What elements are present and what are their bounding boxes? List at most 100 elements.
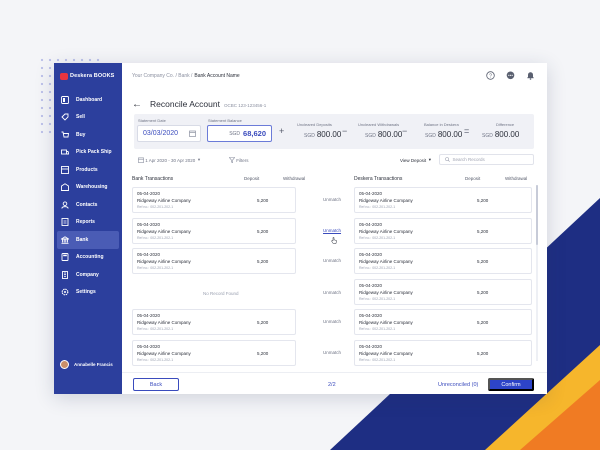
bank-transaction-row[interactable]: 05-04-2020 Ridgeway Airline Company Ref …: [132, 340, 296, 366]
sidebar-item-buy[interactable]: Buy: [54, 126, 122, 144]
statement-balance-field[interactable]: SGD 68,620: [207, 125, 272, 142]
unmatch-link[interactable]: Unmatch: [323, 290, 341, 295]
statement-date-value: 03/03/2020: [143, 130, 179, 137]
logo-text-bold: BOOKS: [93, 73, 115, 79]
transaction-company: Ridgeway Airline Company: [137, 319, 191, 325]
back-button[interactable]: Back: [133, 378, 179, 391]
sidebar-item-label: Dashboard: [76, 96, 103, 103]
deskera-transaction-row[interactable]: 05-04-2020 Ridgeway Airline Company Ref …: [354, 279, 532, 305]
user-profile[interactable]: Annabelle Francis: [60, 360, 113, 369]
transaction-ref: Ref no.: 002-201-202-1: [137, 204, 174, 209]
statement-balance-label: Statement Balance: [208, 118, 242, 123]
transaction-deposit: 5,200: [477, 197, 489, 203]
transaction-company: Ridgeway Airline Company: [137, 350, 191, 356]
transaction-deposit: 5,200: [477, 258, 489, 264]
breadcrumb-parent[interactable]: Your Company Co. / Bank /: [132, 73, 192, 79]
search-input[interactable]: Search Records: [439, 154, 534, 165]
bank-transaction-row[interactable]: 05-04-2020 Ridgeway Airline Company Ref …: [132, 187, 296, 213]
sidebar-item-warehousing[interactable]: Warehousing: [54, 179, 122, 197]
bank-icon: [61, 236, 69, 244]
equals-operator: =: [464, 126, 470, 136]
deskera-transaction-row[interactable]: 05-04-2020 Ridgeway Airline Company Ref …: [354, 340, 532, 366]
buy-icon: [61, 131, 69, 139]
page-header: ← Reconcile Account OCBC 123-123456-1: [132, 99, 266, 110]
no-record-found: No Record Found: [203, 291, 239, 296]
sidebar-item-company[interactable]: Company: [54, 266, 122, 284]
transaction-date: 05-04-2020: [137, 191, 161, 196]
view-dropdown-label: View Deposit: [400, 157, 427, 163]
unmatch-link[interactable]: Unmatch: [323, 197, 341, 202]
sidebar-item-label: Company: [76, 271, 99, 278]
unreconciled-link[interactable]: Unreconciled (0): [438, 382, 478, 388]
uncleared-deposits-label: Uncleared Deposits: [297, 122, 332, 127]
filters-button[interactable]: Filters: [228, 157, 249, 164]
bank-transaction-row[interactable]: 05-04-2020 Ridgeway Airline Company Ref …: [132, 218, 296, 244]
confirm-button[interactable]: Confirm: [488, 378, 534, 391]
sidebar-item-label: Products: [76, 166, 98, 173]
unmatch-link[interactable]: Unmatch: [323, 350, 341, 355]
transaction-date: 05-04-2020: [359, 344, 383, 349]
top-actions: ?: [486, 71, 535, 80]
sidebar-item-products[interactable]: Products: [54, 161, 122, 179]
date-range-picker[interactable]: 1 Apr 2020 - 30 Apr 2020 ▾: [138, 157, 200, 163]
transaction-deposit: 5,200: [477, 319, 489, 325]
currency-label: SGD: [482, 133, 493, 139]
help-icon[interactable]: ?: [486, 71, 495, 80]
transaction-ref: Ref no.: 002-201-202-1: [137, 265, 174, 270]
transaction-deposit: 5,200: [477, 289, 489, 295]
sidebar-item-reports[interactable]: Reports: [54, 214, 122, 232]
filters-label: Filters: [236, 158, 249, 163]
transaction-date: 05-04-2020: [137, 313, 161, 318]
transaction-ref: Ref no.: 002-201-202-1: [359, 357, 396, 362]
breadcrumb: Your Company Co. / Bank / Bank Account N…: [122, 63, 547, 89]
sidebar-item-accounting[interactable]: Accounting: [54, 249, 122, 267]
deskera-transactions-heading: Deskera Transactions: [354, 176, 403, 182]
sidebar-item-bank[interactable]: Bank: [57, 231, 119, 249]
sidebar-item-label: Accounting: [76, 254, 104, 261]
deskera-transaction-row[interactable]: 05-04-2020 Ridgeway Airline Company Ref …: [354, 309, 532, 335]
bank-transaction-row[interactable]: 05-04-2020 Ridgeway Airline Company Ref …: [132, 248, 296, 274]
unmatch-link[interactable]: Unmatch: [323, 258, 341, 263]
bank-transaction-row[interactable]: 05-04-2020 Ridgeway Airline Company Ref …: [132, 309, 296, 335]
products-icon: [61, 165, 69, 174]
back-arrow-icon[interactable]: ←: [132, 100, 142, 110]
transaction-ref: Ref no.: 002-201-202-1: [359, 326, 396, 331]
statement-date-field[interactable]: 03/03/2020: [137, 125, 201, 142]
unmatch-link[interactable]: Unmatch: [323, 319, 341, 324]
transaction-date: 05-04-2020: [359, 283, 383, 288]
view-dropdown[interactable]: View Deposit ▾: [400, 157, 431, 163]
deskera-transaction-row[interactable]: 05-04-2020 Ridgeway Airline Company Ref …: [354, 248, 532, 274]
sidebar-item-pick-pack-ship[interactable]: Pick Pack Ship: [54, 144, 122, 162]
transaction-company: Ridgeway Airline Company: [359, 197, 413, 203]
sidebar-item-label: Pick Pack Ship: [76, 149, 112, 156]
sidebar-item-dashboard[interactable]: Dashboard: [54, 91, 122, 109]
transaction-deposit: 5,200: [257, 197, 269, 203]
footer-bar: Back 2/2 Unreconciled (0) Confirm: [122, 372, 547, 394]
sidebar-item-settings[interactable]: Settings: [54, 284, 122, 302]
chat-icon[interactable]: [506, 71, 515, 80]
transaction-company: Ridgeway Airline Company: [359, 319, 413, 325]
settings-icon: [61, 288, 69, 296]
uncleared-withdrawals-amount: SGD 800.00: [365, 130, 402, 139]
currency-label: SGD: [229, 130, 241, 137]
sidebar-item-label: Buy: [76, 131, 86, 138]
sidebar-item-contacts[interactable]: Contacts: [54, 196, 122, 214]
transaction-date: 05-04-2020: [137, 252, 161, 257]
deskera-deposit-column: Deposit: [465, 176, 481, 181]
difference-label: Difference: [496, 122, 515, 127]
sidebar: Deskera BOOKS Dashboard Sell Buy Pick Pa…: [54, 63, 122, 394]
notification-bell-icon[interactable]: [526, 71, 535, 80]
transaction-date: 05-04-2020: [359, 252, 383, 257]
balance-in-deskera-label: Balance in Deskera: [424, 122, 459, 127]
deskera-transaction-row[interactable]: 05-04-2020 Ridgeway Airline Company Ref …: [354, 187, 532, 213]
search-icon: [445, 156, 450, 163]
transaction-ref: Ref no.: 002-201-202-1: [137, 326, 174, 331]
uncleared-deposits-value: 800.00: [316, 130, 342, 139]
sidebar-item-sell[interactable]: Sell: [54, 109, 122, 127]
deskera-transaction-row[interactable]: 05-04-2020 Ridgeway Airline Company Ref …: [354, 218, 532, 244]
transaction-date: 05-04-2020: [137, 222, 161, 227]
currency-label: SGD: [304, 133, 315, 139]
bank-transactions-heading: Bank Transactions: [132, 176, 174, 182]
uncleared-withdrawals-label: Uncleared Withdrawals: [358, 122, 400, 127]
scrollbar-thumb[interactable]: [536, 185, 538, 245]
